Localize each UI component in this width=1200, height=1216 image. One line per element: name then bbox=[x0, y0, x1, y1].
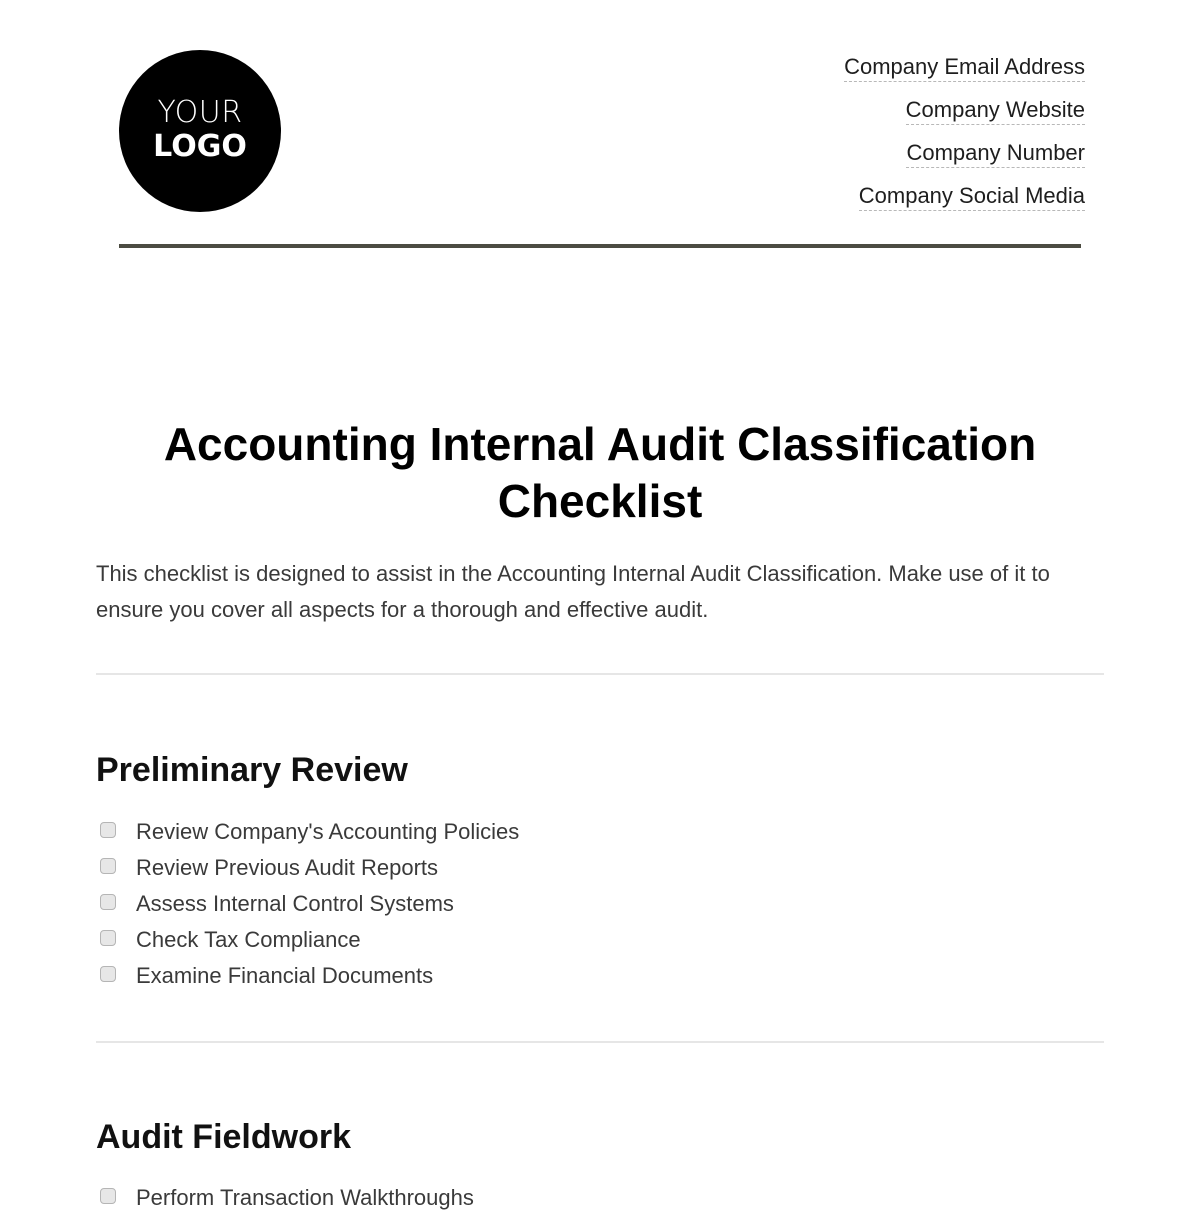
checklist-item-label: Perform Transaction Walkthroughs bbox=[136, 1185, 474, 1210]
section-title-audit-fieldwork: Audit Fieldwork bbox=[96, 1118, 351, 1156]
checkbox[interactable] bbox=[100, 966, 116, 982]
checklist-audit-fieldwork: Perform Transaction Walkthroughs bbox=[100, 1180, 474, 1216]
logo-text-your: YOUR bbox=[157, 95, 243, 130]
company-website-link[interactable]: Company Website bbox=[905, 96, 1085, 125]
checkbox[interactable] bbox=[100, 930, 116, 946]
checklist-item-label: Examine Financial Documents bbox=[136, 963, 434, 988]
company-email-link[interactable]: Company Email Address bbox=[844, 53, 1085, 82]
header-divider bbox=[119, 244, 1081, 248]
checklist-item-label: Review Company's Accounting Policies bbox=[136, 819, 520, 844]
checklist-item[interactable]: Perform Transaction Walkthroughs bbox=[100, 1180, 474, 1216]
checklist-item-label: Assess Internal Control Systems bbox=[136, 891, 454, 916]
checkbox[interactable] bbox=[100, 894, 116, 910]
company-contact-list: Company Email Address Company Website Co… bbox=[844, 53, 1085, 225]
checklist-item[interactable]: Review Company's Accounting Policies bbox=[100, 814, 519, 850]
checkbox[interactable] bbox=[100, 822, 116, 838]
checklist-item[interactable]: Assess Internal Control Systems bbox=[100, 886, 519, 922]
checklist-item[interactable]: Review Previous Audit Reports bbox=[100, 850, 519, 886]
checklist-item-label: Check Tax Compliance bbox=[136, 927, 361, 952]
section-divider bbox=[96, 1041, 1104, 1043]
company-number-link[interactable]: Company Number bbox=[906, 139, 1085, 168]
company-logo: YOUR LOGO bbox=[119, 50, 281, 212]
section-divider bbox=[96, 673, 1104, 675]
document-title: Accounting Internal Audit Classification… bbox=[163, 418, 1037, 527]
document-intro: This checklist is designed to assist in … bbox=[96, 561, 1050, 622]
company-social-media-link[interactable]: Company Social Media bbox=[858, 182, 1085, 211]
checklist-item[interactable]: Examine Financial Documents bbox=[100, 958, 519, 994]
checkbox[interactable] bbox=[100, 858, 116, 874]
section-title-preliminary-review: Preliminary Review bbox=[96, 751, 408, 789]
checklist-item[interactable]: Check Tax Compliance bbox=[100, 922, 519, 958]
checklist-item-label: Review Previous Audit Reports bbox=[136, 855, 439, 880]
logo-text-logo: LOGO bbox=[153, 129, 247, 164]
checkbox[interactable] bbox=[100, 1188, 116, 1204]
checklist-preliminary-review: Review Company's Accounting Policies Rev… bbox=[100, 814, 519, 994]
document-header: YOUR LOGO Company Email Address Company … bbox=[0, 0, 1200, 260]
